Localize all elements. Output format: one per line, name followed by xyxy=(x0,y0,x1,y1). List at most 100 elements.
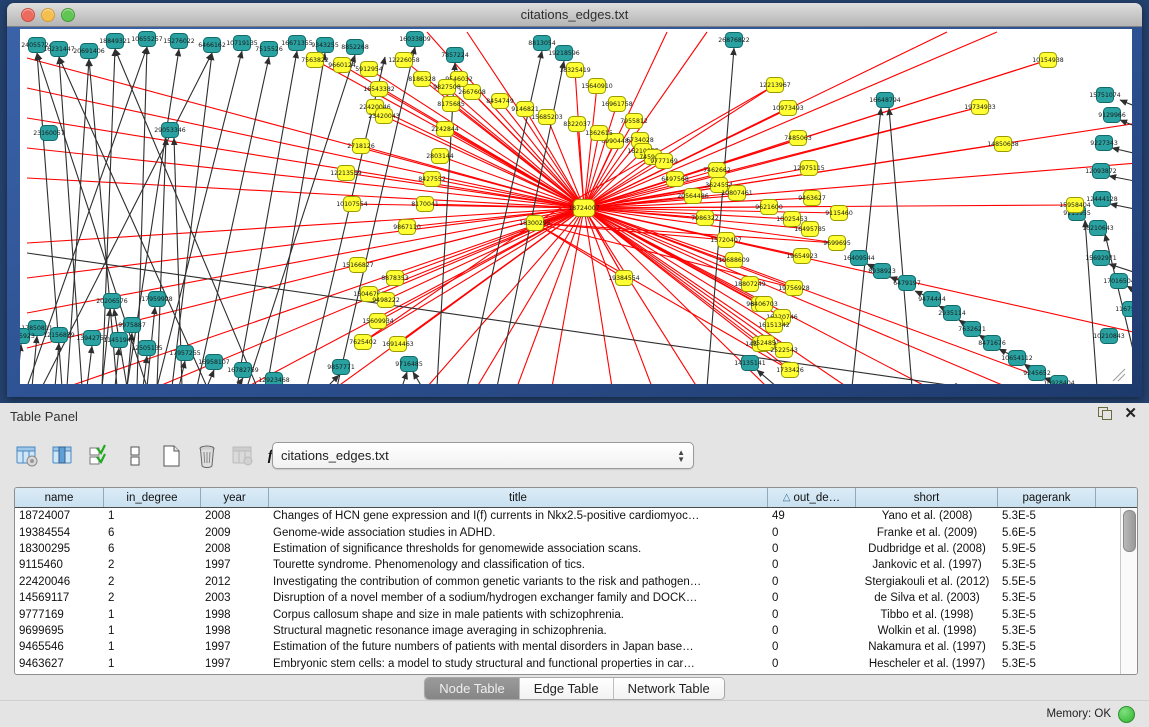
table-cell: Jankovic et al. (1997) xyxy=(856,559,998,571)
graph-node[interactable]: 20206576 xyxy=(96,294,128,309)
table-row[interactable]: 969969511998Structural magnetic resonanc… xyxy=(15,623,1121,639)
table-header-row[interactable]: namein_degreeyeartitle△out_de…shortpager… xyxy=(15,488,1137,508)
graph-node[interactable]: 16914463 xyxy=(382,337,414,352)
graph-node[interactable]: 2718126 xyxy=(347,139,375,154)
tab-edge-table[interactable]: Edge Table xyxy=(520,678,614,699)
table-row[interactable]: 946362711997Embryonic stem cells: a mode… xyxy=(15,656,1121,672)
graph-node[interactable]: 12213967 xyxy=(759,78,791,93)
column-header-name[interactable]: name xyxy=(15,488,104,507)
column-header-pagerank[interactable]: pagerank xyxy=(998,488,1096,507)
scrollbar-thumb[interactable] xyxy=(1123,510,1136,552)
memory-status-indicator[interactable] xyxy=(1118,706,1135,723)
graph-node[interactable]: 8186328 xyxy=(408,72,436,87)
graph-node[interactable]: 7515526 xyxy=(255,42,283,57)
graph-node[interactable]: 23160057 xyxy=(33,126,65,141)
table-cell: 0 xyxy=(768,576,856,588)
table-row[interactable]: 911546021997Tourette syndrome. Phenomeno… xyxy=(15,557,1121,573)
graph-node[interactable]: 15640910 xyxy=(581,79,613,94)
column-select-icon[interactable] xyxy=(50,443,76,469)
table-row[interactable]: 1872400712008Changes of HCN gene express… xyxy=(15,508,1121,524)
graph-node[interactable]: 17959928 xyxy=(141,292,173,307)
graph-node[interactable]: 19734933 xyxy=(964,100,996,115)
column-header-title[interactable]: title xyxy=(269,488,768,507)
graph-node[interactable]: 16033809 xyxy=(399,32,431,47)
column-header-short[interactable]: short xyxy=(856,488,998,507)
graph-node[interactable]: 8813054 xyxy=(528,36,556,51)
table-row[interactable]: 2242004622012Investigating the contribut… xyxy=(15,574,1121,590)
row-check-icon[interactable] xyxy=(86,443,112,469)
graph-node[interactable]: 8852268 xyxy=(341,40,369,55)
table-row[interactable]: 1938455462009Genome-wide association stu… xyxy=(15,524,1121,540)
tab-network-table[interactable]: Network Table xyxy=(614,678,724,699)
graph-node[interactable]: 15276022 xyxy=(163,34,195,49)
graph-node[interactable]: 9699695 xyxy=(823,236,851,251)
table-row[interactable]: 1830029562008Estimation of significance … xyxy=(15,541,1121,557)
graph-node[interactable]: 8471676 xyxy=(978,336,1006,351)
graph-node[interactable]: 7632621 xyxy=(958,322,986,337)
graph-node[interactable]: 9463627 xyxy=(798,191,826,206)
table-row[interactable]: 946554611997Estimation of the future num… xyxy=(15,639,1121,655)
graph-node[interactable]: 17957255 xyxy=(169,346,201,361)
column-header-in_degree[interactable]: in_degree xyxy=(104,488,201,507)
graph-node[interactable]: 8938923 xyxy=(868,264,896,279)
graph-node[interactable]: 20691406 xyxy=(73,44,105,59)
graph-node[interactable]: 9245652 xyxy=(1023,366,1051,381)
graph-node[interactable]: 16961758 xyxy=(601,97,633,112)
graph-node[interactable]: 9115460 xyxy=(825,206,853,221)
window-titlebar[interactable]: citations_edges.txt xyxy=(7,3,1142,27)
graph-node[interactable]: 9975887 xyxy=(118,318,146,333)
close-icon[interactable]: ✕ xyxy=(1124,407,1137,420)
delete-trash-icon[interactable] xyxy=(194,443,220,469)
table-body[interactable]: 1872400712008Changes of HCN gene express… xyxy=(15,508,1121,674)
graph-node[interactable]: 10688609 xyxy=(718,253,750,268)
graph-node[interactable]: 16409544 xyxy=(843,251,875,266)
graph-node[interactable]: 15166827 xyxy=(342,258,374,273)
graph-node[interactable]: 9474444 xyxy=(918,292,946,307)
graph-node[interactable]: 16648794 xyxy=(869,93,901,108)
graph-node[interactable]: 26876822 xyxy=(718,33,750,48)
graph-node[interactable]: 9857771 xyxy=(327,360,355,375)
graph-node[interactable]: 9716485 xyxy=(395,357,423,372)
graph-node[interactable]: 11675330 xyxy=(1115,302,1132,317)
graph-node[interactable]: 10154938 xyxy=(1032,53,1064,68)
graph-node[interactable]: 18325419 xyxy=(559,63,591,78)
graph-node[interactable]: 12975115 xyxy=(793,161,825,176)
graph-node[interactable]: 10107554 xyxy=(336,197,368,212)
table-settings-icon[interactable] xyxy=(14,443,40,469)
new-document-icon[interactable] xyxy=(158,443,184,469)
graph-node[interactable]: 7462662 xyxy=(703,163,731,178)
svg-text:12213559: 12213559 xyxy=(330,170,362,177)
column-header-year[interactable]: year xyxy=(201,488,269,507)
graph-node[interactable]: 9343255 xyxy=(311,38,339,53)
graph-node[interactable]: 19654923 xyxy=(786,249,818,264)
table-row[interactable]: 1456911722003Disruption of a novel membe… xyxy=(15,590,1121,606)
graph-node[interactable]: 7955812 xyxy=(620,114,648,129)
graph-node[interactable]: 19756928 xyxy=(778,281,810,296)
graph-node[interactable]: 6479197 xyxy=(893,276,921,291)
rows-icon[interactable] xyxy=(122,443,148,469)
table-source-dropdown[interactable]: citations_edges.txt ▲▼ xyxy=(272,442,694,469)
graph-node[interactable]: 10719135 xyxy=(226,36,258,51)
graph-node[interactable]: 10655257 xyxy=(131,32,163,47)
graph-node[interactable]: 19218596 xyxy=(548,46,580,61)
column-header-out_de[interactable]: △out_de… xyxy=(768,488,856,507)
graph-node[interactable]: 18849321 xyxy=(99,34,131,49)
graph-node[interactable]: 29053346 xyxy=(154,123,186,138)
table-row[interactable]: 977716911998Corpus callosum shape and si… xyxy=(15,606,1121,622)
graph-node[interactable]: 7857224 xyxy=(441,48,469,63)
tab-node-table[interactable]: Node Table xyxy=(425,678,520,699)
graph-node[interactable]: 10210843 xyxy=(1093,329,1125,344)
graph-node[interactable]: 16210643 xyxy=(1082,221,1114,236)
graph-node[interactable]: 12923468 xyxy=(258,373,290,385)
graph-node[interactable]: 5912954 xyxy=(355,62,383,77)
vertical-scrollbar[interactable] xyxy=(1120,508,1137,674)
float-window-icon[interactable] xyxy=(1098,407,1112,420)
graph-node[interactable]: 16543382 xyxy=(363,82,395,97)
graph-node[interactable]: 9867110 xyxy=(393,220,421,235)
network-canvas[interactable]: 2405572416231447206914061884932110655257… xyxy=(20,29,1132,384)
graph-node[interactable]: 12226058 xyxy=(388,53,420,68)
graph-node[interactable]: 6466162 xyxy=(198,38,226,53)
graph-node[interactable]: 15751074 xyxy=(1089,88,1121,103)
graph-node[interactable]: 14850638 xyxy=(987,137,1019,152)
graph-node[interactable]: 16671355 xyxy=(281,36,313,51)
